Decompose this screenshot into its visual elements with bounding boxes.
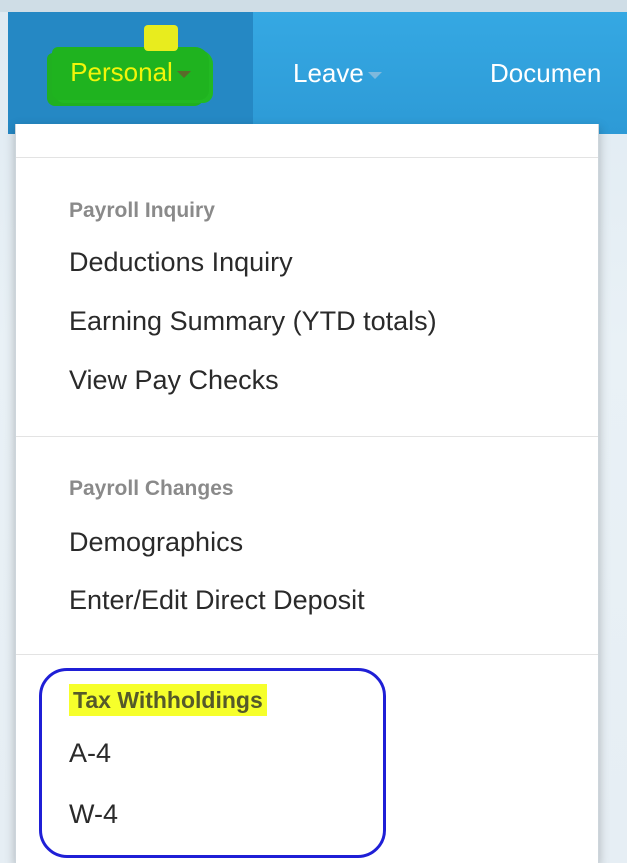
menu-divider <box>16 654 598 655</box>
menu-item-demographics[interactable]: Demographics <box>69 527 243 558</box>
section-header-payroll-inquiry: Payroll Inquiry <box>69 199 215 222</box>
section-header-tax-withholdings: Tax Withholdings <box>69 684 267 716</box>
menu-divider <box>16 436 598 437</box>
nav-documents-label: Documen <box>490 57 602 88</box>
nav-personal[interactable]: Personal <box>8 12 253 134</box>
caret-down-icon <box>176 70 191 78</box>
nav-leave-label: Leave <box>293 57 364 88</box>
nav-documents[interactable]: Documen <box>490 12 601 134</box>
menu-item-deductions-inquiry[interactable]: Deductions Inquiry <box>69 247 293 278</box>
menu-item-direct-deposit[interactable]: Enter/Edit Direct Deposit <box>69 585 365 616</box>
personal-dropdown-menu: Payroll Inquiry Deductions Inquiry Earni… <box>15 124 599 863</box>
top-navbar: Personal Leave Documen <box>8 12 627 134</box>
menu-item-earning-summary[interactable]: Earning Summary (YTD totals) <box>69 306 437 337</box>
menu-divider <box>16 157 598 158</box>
highlight-marker: Personal <box>52 24 209 100</box>
menu-item-view-pay-checks[interactable]: View Pay Checks <box>69 365 279 396</box>
window-top-strip <box>0 0 627 12</box>
nav-leave[interactable]: Leave <box>293 12 382 134</box>
nav-personal-label: Personal <box>70 56 173 87</box>
menu-item-a4[interactable]: A-4 <box>69 738 111 769</box>
menu-item-w4[interactable]: W-4 <box>69 799 118 830</box>
caret-down-icon <box>367 71 382 79</box>
section-header-payroll-changes: Payroll Changes <box>69 477 234 500</box>
